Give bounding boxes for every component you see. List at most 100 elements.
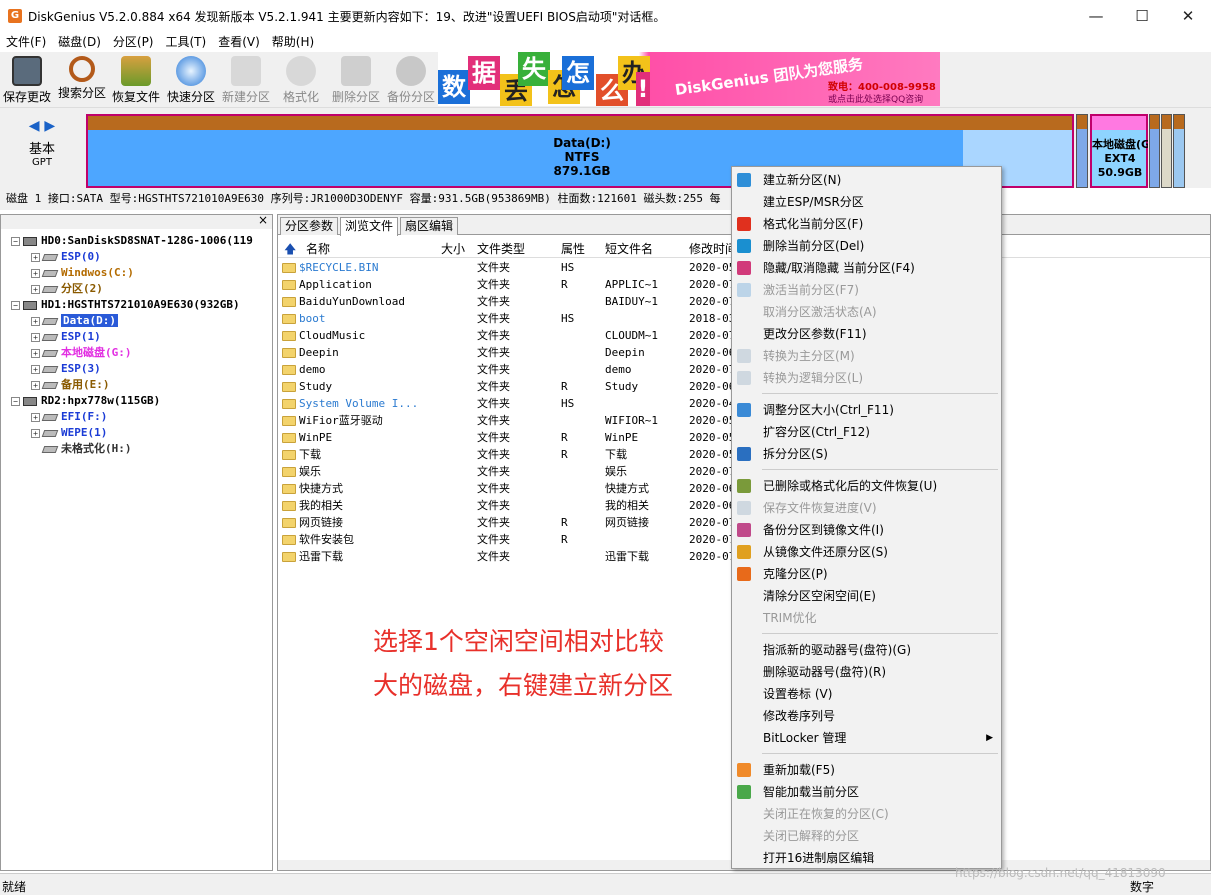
context-menu-item[interactable]: BitLocker 管理 ▶ xyxy=(732,727,1001,749)
tree-partition-node[interactable]: + EFI(F:) xyxy=(31,409,107,425)
file-name-cell: 快捷方式 xyxy=(282,480,343,497)
expand-toggle-icon[interactable]: − xyxy=(11,300,20,310)
partition-block-small[interactable] xyxy=(1076,114,1088,188)
context-menu-item[interactable]: 删除当前分区(Del) xyxy=(732,235,1001,257)
context-menu-item[interactable]: 克隆分区(P) xyxy=(732,563,1001,585)
context-menu-item[interactable]: 格式化当前分区(F) xyxy=(732,213,1001,235)
expand-toggle-icon[interactable]: + xyxy=(31,268,40,278)
expand-toggle-icon[interactable]: + xyxy=(31,316,40,326)
context-menu-item[interactable]: 指派新的驱动器号(盘符)(G) xyxy=(732,639,1001,661)
context-menu-label: 备份分区到镜像文件(I) xyxy=(763,523,884,537)
menu-help[interactable]: 帮助(H) xyxy=(266,32,320,52)
context-menu-item[interactable]: 已删除或格式化后的文件恢复(U) xyxy=(732,475,1001,497)
menu-disk[interactable]: 磁盘(D) xyxy=(52,32,107,52)
tree-partition-node[interactable]: + Data(D:) xyxy=(31,313,118,329)
tree-partition-node[interactable]: + Windwos(C:) xyxy=(31,265,134,281)
quick-partition-button[interactable]: 快速分区 xyxy=(164,52,218,106)
tree-partition-node[interactable]: + 备用(E:) xyxy=(31,377,110,393)
save-changes-button[interactable]: 保存更改 xyxy=(2,52,52,106)
tree-disk-node[interactable]: − RD2:hpx778w(115GB) xyxy=(11,393,160,409)
context-menu-item[interactable]: 保存文件恢复进度(V) xyxy=(732,497,1001,519)
tree-partition-node[interactable]: + ESP(1) xyxy=(31,329,101,345)
column-name[interactable]: 名称 xyxy=(306,240,330,257)
partition-block-ext4[interactable]: 本地磁盘(G EXT4 50.9GB xyxy=(1090,114,1148,188)
minimize-button[interactable]: — xyxy=(1073,0,1119,32)
support-banner[interactable]: 数 据 丢 失 怎 怎 么 办 ! DiskGenius 团队为您服务 致电：4… xyxy=(438,52,940,106)
column-size[interactable]: 大小 xyxy=(441,240,465,257)
context-menu-item[interactable]: 扩容分区(Ctrl_F12) xyxy=(732,421,1001,443)
tree-partition-node[interactable]: + ESP(0) xyxy=(31,249,101,265)
expand-toggle-icon[interactable]: + xyxy=(31,284,40,294)
column-modified[interactable]: 修改时间 xyxy=(689,240,737,257)
maximize-button[interactable]: ☐ xyxy=(1119,0,1165,32)
context-menu-item[interactable]: 修改卷序列号 xyxy=(732,705,1001,727)
context-menu-item[interactable]: TRIM优化 xyxy=(732,607,1001,629)
partition-block-small[interactable] xyxy=(1149,114,1160,188)
file-name: WiFior蓝牙驱动 xyxy=(299,414,383,427)
context-menu-item[interactable]: 更改分区参数(F11) xyxy=(732,323,1001,345)
disk-tree-panel: × − HD0:SanDiskSD8SNAT-128G-1006(119 + ESP(… xyxy=(0,213,273,871)
context-menu-item[interactable]: 建立新分区(N) xyxy=(732,169,1001,191)
context-menu-item[interactable]: 建立ESP/MSR分区 xyxy=(732,191,1001,213)
expand-toggle-icon[interactable]: − xyxy=(11,236,20,246)
context-menu-item[interactable]: 拆分分区(S) xyxy=(732,443,1001,465)
menu-tools[interactable]: 工具(T) xyxy=(160,32,213,52)
close-button[interactable]: ✕ xyxy=(1165,0,1211,32)
context-menu-item[interactable]: 设置卷标 (V) xyxy=(732,683,1001,705)
tab-browse-files[interactable]: 浏览文件 xyxy=(340,217,399,236)
expand-toggle-icon[interactable]: + xyxy=(31,428,40,438)
recover-files-button[interactable]: 恢复文件 xyxy=(110,52,162,106)
tab-partition-params[interactable]: 分区参数 xyxy=(280,217,339,235)
close-icon[interactable]: × xyxy=(258,213,268,227)
tree-disk-node[interactable]: − HD0:SanDiskSD8SNAT-128G-1006(119 xyxy=(11,233,253,249)
context-menu-item[interactable]: 备份分区到镜像文件(I) xyxy=(732,519,1001,541)
context-menu-item[interactable]: 激活当前分区(F7) xyxy=(732,279,1001,301)
search-partition-button[interactable]: 搜索分区 xyxy=(56,52,108,106)
tree-partition-node[interactable]: + ESP(3) xyxy=(31,361,101,377)
delete-partition-button[interactable]: 删除分区 xyxy=(330,52,382,106)
partition-block-small[interactable] xyxy=(1173,114,1185,188)
expand-toggle-icon[interactable]: + xyxy=(31,380,40,390)
backup-partition-button[interactable]: 备份分区 xyxy=(385,52,437,106)
tree-partition-node[interactable]: 未格式化(H:) xyxy=(31,441,132,457)
file-date-cell: 2020-07 xyxy=(689,533,736,546)
menu-partition[interactable]: 分区(P) xyxy=(107,32,160,52)
context-menu-item[interactable]: 转换为主分区(M) xyxy=(732,345,1001,367)
expand-toggle-icon[interactable]: + xyxy=(31,364,40,374)
context-menu-item[interactable]: 关闭正在恢复的分区(C) xyxy=(732,803,1001,825)
context-menu-item[interactable]: 智能加载当前分区 xyxy=(732,781,1001,803)
expand-toggle-icon[interactable]: + xyxy=(31,252,40,262)
expand-toggle-icon[interactable]: + xyxy=(31,332,40,342)
partition-block-small[interactable] xyxy=(1161,114,1172,188)
format-button[interactable]: 格式化 xyxy=(278,52,324,106)
tab-sector-edit[interactable]: 扇区编辑 xyxy=(400,217,459,235)
context-menu-item[interactable]: 删除驱动器号(盘符)(R) xyxy=(732,661,1001,683)
file-attr-cell: R xyxy=(561,516,568,529)
tree-partition-node[interactable]: + 本地磁盘(G:) xyxy=(31,345,132,361)
menu-file[interactable]: 文件(F) xyxy=(0,32,52,52)
column-short-name[interactable]: 短文件名 xyxy=(605,240,653,257)
up-folder-icon[interactable]: 🡅 xyxy=(284,240,296,261)
menu-view[interactable]: 查看(V) xyxy=(212,32,266,52)
column-attr[interactable]: 属性 xyxy=(561,240,585,257)
context-menu-item[interactable]: 隐藏/取消隐藏 当前分区(F4) xyxy=(732,257,1001,279)
expand-toggle-icon[interactable]: − xyxy=(11,396,20,406)
tree-disk-node[interactable]: − HD1:HGSTHTS721010A9E630(932GB) xyxy=(11,297,240,313)
tree-partition-node[interactable]: + WEPE(1) xyxy=(31,425,107,441)
context-menu-item[interactable]: 重新加载(F5) xyxy=(732,759,1001,781)
tree-partition-node[interactable]: + 分区(2) xyxy=(31,281,103,297)
context-menu-item[interactable]: 转换为逻辑分区(L) xyxy=(732,367,1001,389)
context-menu-item[interactable]: 取消分区激活状态(A) xyxy=(732,301,1001,323)
file-short-cell: BAIDUY~1 xyxy=(605,295,658,308)
column-type[interactable]: 文件类型 xyxy=(477,240,525,257)
file-name: 快捷方式 xyxy=(299,482,343,495)
expand-toggle-icon[interactable]: + xyxy=(31,348,40,358)
context-menu-item[interactable]: 从镜像文件还原分区(S) xyxy=(732,541,1001,563)
context-menu-item[interactable]: 清除分区空闲空间(E) xyxy=(732,585,1001,607)
new-partition-button[interactable]: 新建分区 xyxy=(220,52,272,106)
disk-nav-arrows[interactable]: ◀ ▶ xyxy=(14,118,70,134)
expand-toggle-icon[interactable]: + xyxy=(31,412,40,422)
context-menu-item[interactable]: 调整分区大小(Ctrl_F11) xyxy=(732,399,1001,421)
banner-qq-link[interactable]: 或点击此处选择QQ咨询 xyxy=(828,92,923,105)
context-menu-item[interactable]: 关闭已解释的分区 xyxy=(732,825,1001,847)
